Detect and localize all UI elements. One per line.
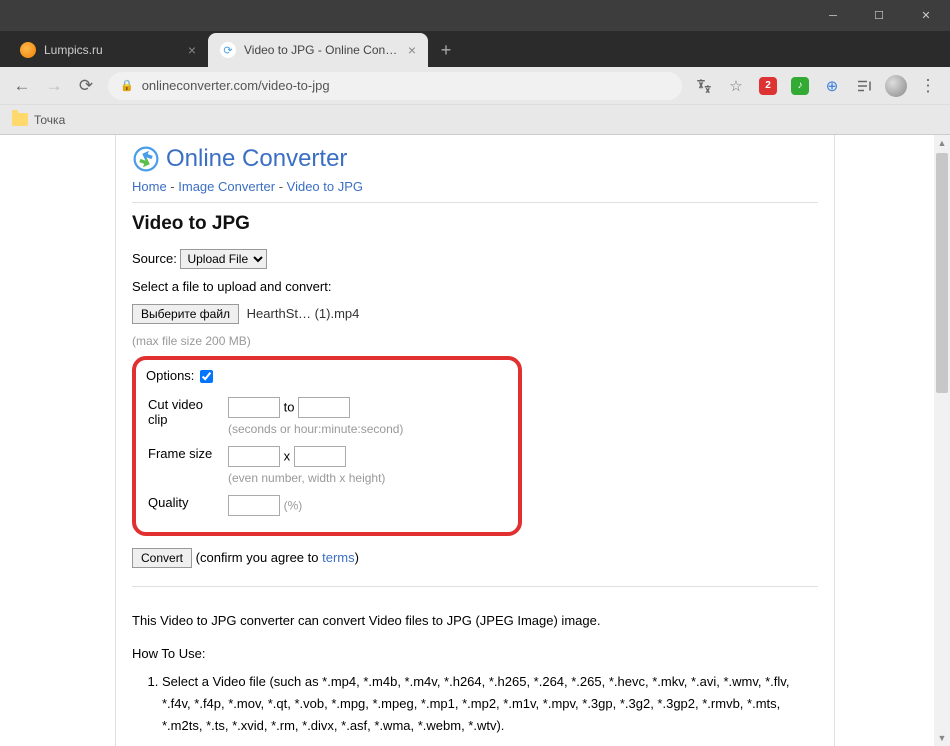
back-button[interactable]: ← <box>8 72 36 100</box>
breadcrumb: Home - Image Converter - Video to JPG <box>132 179 818 194</box>
reload-button[interactable]: ⟳ <box>72 72 100 100</box>
quality-label: Quality <box>148 491 226 520</box>
close-button[interactable]: ✕ <box>902 0 950 31</box>
url-text: onlineconverter.com/video-to-jpg <box>142 78 330 93</box>
page-content: Online Converter Home - Image Converter … <box>115 135 835 746</box>
favicon-converter-icon: ⟳ <box>220 42 236 58</box>
options-label: Options: <box>146 368 194 383</box>
tab-title: Lumpics.ru <box>44 43 180 57</box>
source-row: Source: Upload File <box>132 249 818 269</box>
browser-toolbar: ← → ⟳ 🔒 onlineconverter.com/video-to-jpg… <box>0 67 950 105</box>
cut-from-input[interactable] <box>228 397 280 418</box>
bookmarks-bar: Точка <box>0 105 950 135</box>
scrollbar-thumb[interactable] <box>936 153 948 393</box>
cut-to-input[interactable] <box>298 397 350 418</box>
select-file-label: Select a file to upload and convert: <box>132 279 818 294</box>
frame-width-input[interactable] <box>228 446 280 467</box>
scroll-down-icon[interactable]: ▼ <box>934 730 950 746</box>
convert-row: Convert (confirm you agree to terms) <box>132 548 818 568</box>
description: This Video to JPG converter can convert … <box>132 611 818 632</box>
tab-title: Video to JPG - Online Converter <box>244 43 400 57</box>
source-label: Source: <box>132 251 177 266</box>
howto-heading: How To Use: <box>132 646 818 661</box>
translate-icon[interactable] <box>690 72 718 100</box>
reading-list-icon[interactable] <box>850 72 878 100</box>
to-label: to <box>284 400 295 415</box>
cut-video-label: Cut video clip <box>148 393 226 440</box>
quality-pct: (%) <box>284 499 303 513</box>
ext-music-icon[interactable]: ♪ <box>786 72 814 100</box>
ext-shield-icon[interactable]: 2 <box>754 72 782 100</box>
max-size-hint: (max file size 200 MB) <box>132 334 818 348</box>
breadcrumb-video-to-jpg[interactable]: Video to JPG <box>287 179 363 194</box>
page-title: Video to JPG <box>132 213 818 235</box>
profile-avatar[interactable] <box>882 72 910 100</box>
maximize-button[interactable]: ☐ <box>856 0 902 31</box>
cut-hint: (seconds or hour:minute:second) <box>228 422 403 436</box>
source-select[interactable]: Upload File <box>180 249 267 269</box>
frame-size-label: Frame size <box>148 442 226 489</box>
frame-hint: (even number, width x height) <box>228 471 403 485</box>
minimize-button[interactable]: ─ <box>810 0 856 31</box>
tab-onlineconverter[interactable]: ⟳ Video to JPG - Online Converter × <box>208 33 428 67</box>
tab-lumpics[interactable]: Lumpics.ru × <box>8 33 208 67</box>
ext-globe-icon[interactable]: ⊕ <box>818 72 846 100</box>
lock-icon: 🔒 <box>120 79 134 92</box>
howto-list: Select a Video file (such as *.mp4, *.m4… <box>132 671 818 746</box>
x-label: x <box>284 449 291 464</box>
frame-height-input[interactable] <box>294 446 346 467</box>
site-logo[interactable]: Online Converter <box>132 145 818 173</box>
new-tab-button[interactable]: + <box>432 36 460 64</box>
folder-icon <box>12 113 28 126</box>
star-icon[interactable]: ☆ <box>722 72 750 100</box>
brand-name: Online Converter <box>166 145 347 173</box>
choose-file-button[interactable]: Выберите файл <box>132 304 239 324</box>
window-titlebar: ─ ☐ ✕ <box>0 0 950 31</box>
menu-button[interactable]: ⋮ <box>914 72 942 100</box>
scrollbar[interactable]: ▲ ▼ <box>934 135 950 746</box>
howto-step: Select a Video file (such as *.mp4, *.m4… <box>162 671 818 737</box>
breadcrumb-image-converter[interactable]: Image Converter <box>178 179 275 194</box>
options-checkbox[interactable] <box>200 370 213 383</box>
tab-close-icon[interactable]: × <box>408 42 416 58</box>
options-panel: Options: Cut video clip to (seconds or h… <box>132 356 522 536</box>
converter-logo-icon <box>132 145 160 173</box>
tab-strip: Lumpics.ru × ⟳ Video to JPG - Online Con… <box>0 31 950 67</box>
address-bar[interactable]: 🔒 onlineconverter.com/video-to-jpg <box>108 72 682 100</box>
convert-button[interactable]: Convert <box>132 548 192 568</box>
selected-filename: HearthSt… (1).mp4 <box>247 306 360 321</box>
favicon-lumpics-icon <box>20 42 36 58</box>
page-viewport: Online Converter Home - Image Converter … <box>0 135 950 746</box>
bookmark-item[interactable]: Точка <box>34 113 65 127</box>
scroll-up-icon[interactable]: ▲ <box>934 135 950 151</box>
quality-input[interactable] <box>228 495 280 516</box>
forward-button[interactable]: → <box>40 72 68 100</box>
file-row: Выберите файл HearthSt… (1).mp4 <box>132 304 818 324</box>
breadcrumb-home[interactable]: Home <box>132 179 167 194</box>
tab-close-icon[interactable]: × <box>188 42 196 58</box>
terms-link[interactable]: terms <box>322 550 355 565</box>
